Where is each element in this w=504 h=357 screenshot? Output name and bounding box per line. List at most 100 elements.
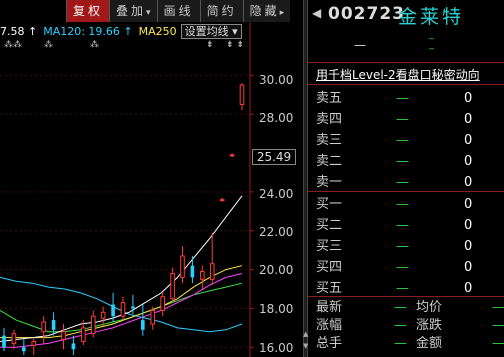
bid-price: —	[396, 197, 409, 212]
bid-row[interactable]: 买四 — 0	[308, 257, 504, 278]
event-marker[interactable]: ⁂⁂	[4, 40, 22, 50]
fuquan-label: 复权	[73, 4, 104, 18]
kline-chart[interactable]: 复权 叠加▾ 画线 简约 隐藏▸ 7.58 ↑ MA120: 19.66 ↑ M…	[0, 0, 303, 357]
ask-price: —	[396, 133, 409, 148]
stat-label: 涨幅	[316, 318, 343, 333]
ask-row[interactable]: 卖四 — 0	[308, 109, 504, 130]
candle-body	[90, 315, 96, 335]
price-change: _ _	[429, 30, 434, 50]
bid-price: —	[396, 218, 409, 233]
chevron-down-icon: ▾	[232, 25, 238, 38]
stat-label: 金额	[416, 336, 443, 351]
candle-body	[51, 320, 56, 330]
separator	[308, 84, 504, 85]
ask-row[interactable]: 卖二 — 0	[308, 151, 504, 172]
stat-value: —	[492, 300, 504, 315]
simple-mode-button[interactable]: 简约	[199, 0, 243, 22]
overlay-button[interactable]: 叠加▾	[109, 0, 157, 22]
hide-label: 隐藏	[249, 4, 280, 18]
stock-code: 002723	[328, 4, 405, 24]
quote-panel: ◀ 002723 金莱特 — _ _ 用千档Level-2看盘口秘密动向 卖五 —…	[308, 0, 504, 357]
price-change-bottom: _	[429, 39, 434, 50]
candle-body	[111, 304, 115, 317]
ask-volume: 0	[464, 112, 473, 127]
level2-link[interactable]: 用千档Level-2看盘口秘密动向	[316, 66, 480, 83]
stat-label: 总手	[316, 336, 343, 351]
ma-setting-dropdown[interactable]: 设置均线 ▾	[180, 24, 242, 39]
fuquan-button[interactable]: 复权	[66, 0, 110, 22]
candle-body	[170, 272, 175, 300]
stat-value: —	[394, 336, 407, 351]
draw-line-label: 画线	[163, 4, 194, 18]
overlay-label: 叠加	[116, 4, 147, 18]
bid-row[interactable]: 买一 — 0	[308, 194, 504, 215]
y-axis-label: 30.00	[259, 73, 294, 87]
chevron-right-icon: ▸	[279, 8, 285, 18]
ma120-value: MA120: 19.66 ↑	[43, 25, 133, 38]
event-marker[interactable]: ⇟	[206, 40, 214, 50]
bid-price: —	[396, 239, 409, 254]
ask-price: —	[396, 91, 409, 106]
stat-label: 均价	[416, 300, 443, 315]
candle-body	[200, 271, 205, 280]
ask-row[interactable]: 卖五 — 0	[308, 88, 504, 109]
bid-volume: 0	[464, 197, 473, 212]
quote-header: ◀ 002723 金莱特	[308, 0, 504, 34]
y-axis-label: 16.00	[259, 341, 294, 355]
candle-body	[2, 335, 6, 348]
y-axis-label: 20.00	[259, 263, 294, 277]
bid-row[interactable]: 买二 — 0	[308, 215, 504, 236]
bid-row[interactable]: 买三 — 0	[308, 236, 504, 257]
last-price: —	[354, 38, 366, 52]
ask-row[interactable]: 卖三 — 0	[308, 130, 504, 151]
separator	[308, 191, 504, 192]
ask-volume: 0	[464, 91, 473, 106]
candle-body	[190, 265, 195, 278]
stock-name: 金莱特	[398, 6, 465, 28]
bid-label: 买二	[316, 218, 343, 233]
ma250-label: MA250	[138, 25, 177, 38]
candle-body	[141, 320, 145, 330]
candle-body	[61, 331, 66, 341]
draw-line-button[interactable]: 画线	[156, 0, 200, 22]
ma-prev-value: 7.58 ↑	[0, 25, 38, 38]
event-marker[interactable]: ⇟ ⇟	[226, 40, 244, 50]
bid-label: 买一	[316, 197, 343, 212]
ask-price: —	[396, 112, 409, 127]
y-axis-label: 18.00	[259, 302, 294, 316]
stat-value: —	[492, 318, 504, 333]
hide-button[interactable]: 隐藏▸	[242, 0, 291, 22]
separator	[308, 62, 504, 63]
stat-row: 最新 — 均价 —	[308, 299, 504, 317]
kline-chart-canvas[interactable]	[0, 0, 303, 357]
candle-body	[229, 154, 235, 157]
bid-volume: 0	[464, 218, 473, 233]
ma-setting-label: 设置均线	[184, 25, 229, 38]
ask-row[interactable]: 卖一 — 0	[308, 172, 504, 193]
candle-body	[81, 327, 86, 342]
y-axis-label: 28.00	[259, 111, 294, 125]
candle-body	[11, 333, 17, 344]
current-price-tag: 25.49	[252, 149, 296, 165]
ask-label: 卖三	[316, 133, 343, 148]
ask-price: —	[396, 154, 409, 169]
ask-label: 卖四	[316, 112, 343, 127]
bid-price: —	[396, 260, 409, 275]
stat-row: 涨幅 — 涨跌 —	[308, 317, 504, 335]
chart-toolbar: 复权 叠加▾ 画线 简约 隐藏▸	[66, 0, 291, 22]
candle-body	[219, 199, 225, 202]
chevron-down-icon: ▾	[146, 8, 151, 18]
candle-body	[239, 84, 245, 105]
candle-body	[31, 340, 37, 346]
stat-value: —	[394, 300, 407, 315]
ask-price: —	[396, 175, 409, 190]
bid-label: 买三	[316, 239, 343, 254]
stat-label: 最新	[316, 300, 343, 315]
candle-body	[22, 347, 26, 352]
event-marker[interactable]: ⁂	[44, 40, 53, 50]
candle-body	[209, 263, 215, 280]
collapse-arrow-icon[interactable]: ◀	[312, 6, 321, 20]
event-marker[interactable]: ⁂	[90, 40, 99, 50]
stat-value: —	[492, 336, 504, 351]
bid-volume: 0	[464, 239, 473, 254]
